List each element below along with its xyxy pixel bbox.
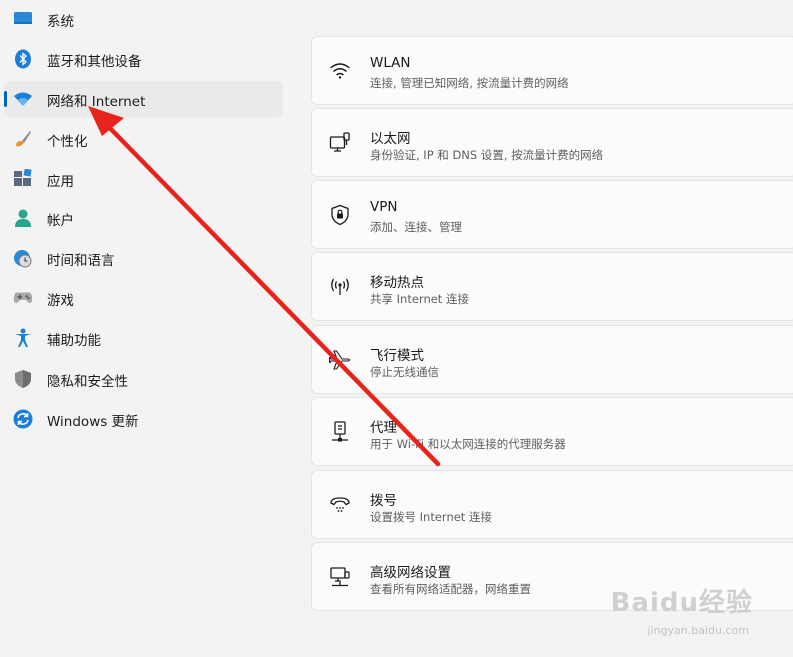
card-subtitle: 身份验证, IP 和 DNS 设置, 按流量计费的网络: [370, 148, 604, 162]
card-subtitle: 设置拨号 Internet 连接: [370, 510, 492, 524]
system-monitor-icon: [13, 9, 33, 29]
clock-globe-icon: [13, 248, 33, 268]
bluetooth-icon: [13, 49, 33, 69]
sidebar-item-label: 应用: [47, 174, 74, 190]
sidebar-item-label: 时间和语言: [47, 253, 115, 269]
gamepad-icon: [13, 288, 33, 308]
sidebar-item-system[interactable]: 系统: [4, 1, 283, 37]
airplane-icon: [329, 349, 351, 371]
proxy-icon: [329, 421, 351, 443]
dialup-card[interactable]: 拨号 设置拨号 Internet 连接: [311, 470, 793, 539]
sidebar-item-label: 系统: [47, 14, 74, 30]
accessibility-icon: [13, 328, 33, 348]
sidebar-item-bluetooth[interactable]: 蓝牙和其他设备: [4, 41, 283, 77]
sidebar: 系统 蓝牙和其他设备 网络和 Internet 个性化 应用 帐户 时间和语言 …: [0, 0, 290, 657]
sidebar-item-accounts[interactable]: 帐户: [4, 200, 283, 236]
vpn-shield-icon: [329, 204, 351, 226]
mobile-hotspot-card[interactable]: 移动热点 共享 Internet 连接: [311, 252, 793, 321]
dialup-phone-icon: [329, 494, 351, 516]
card-subtitle: 停止无线通信: [370, 365, 439, 379]
paintbrush-icon: [13, 129, 33, 149]
sidebar-item-personalization[interactable]: 个性化: [4, 121, 283, 157]
sidebar-item-label: 隐私和安全性: [47, 374, 128, 390]
card-title: 飞行模式: [370, 348, 424, 364]
card-title: 代理: [370, 420, 397, 436]
sidebar-item-label: 帐户: [47, 213, 74, 229]
card-subtitle: 添加、连接、管理: [370, 220, 462, 234]
card-title: VPN: [370, 199, 398, 215]
shield-icon: [13, 369, 33, 389]
card-subtitle: 连接, 管理已知网络, 按流量计费的网络: [370, 76, 569, 90]
wifi-icon: [329, 60, 351, 82]
sidebar-item-accessibility[interactable]: 辅助功能: [4, 320, 283, 356]
sidebar-item-label: 游戏: [47, 293, 74, 309]
watermark-logo: Baidu经验: [610, 588, 753, 618]
card-subtitle: 用于 Wi-Fi 和以太网连接的代理服务器: [370, 437, 566, 451]
sidebar-item-label: 辅助功能: [47, 333, 101, 349]
sidebar-item-apps[interactable]: 应用: [4, 161, 283, 197]
sidebar-item-network[interactable]: 网络和 Internet: [4, 81, 283, 117]
card-title: 以太网: [370, 131, 411, 147]
proxy-card[interactable]: 代理 用于 Wi-Fi 和以太网连接的代理服务器: [311, 397, 793, 466]
sidebar-item-gaming[interactable]: 游戏: [4, 280, 283, 316]
sidebar-item-windows-update[interactable]: Windows 更新: [4, 401, 283, 437]
card-title: 拨号: [370, 493, 397, 509]
sidebar-item-label: 蓝牙和其他设备: [47, 54, 142, 70]
vpn-card[interactable]: VPN 添加、连接、管理: [311, 180, 793, 249]
network-computer-icon: [329, 566, 351, 588]
wifi-icon: [13, 89, 33, 109]
sidebar-item-label: 网络和 Internet: [47, 94, 146, 110]
watermark-url: jingyan.baidu.com: [647, 624, 749, 637]
airplane-mode-card[interactable]: 飞行模式 停止无线通信: [311, 325, 793, 394]
ethernet-card[interactable]: 以太网 身份验证, IP 和 DNS 设置, 按流量计费的网络: [311, 108, 793, 177]
sidebar-item-label: 个性化: [47, 134, 88, 150]
selection-indicator: [4, 91, 7, 107]
update-icon: [13, 409, 33, 429]
card-title: WLAN: [370, 55, 411, 71]
sidebar-item-privacy[interactable]: 隐私和安全性: [4, 361, 283, 397]
account-icon: [13, 208, 33, 228]
card-title: 高级网络设置: [370, 565, 451, 581]
card-subtitle: 共享 Internet 连接: [370, 292, 469, 306]
hotspot-icon: [329, 276, 351, 298]
card-title: 移动热点: [370, 275, 424, 291]
card-subtitle: 查看所有网络适配器，网络重置: [370, 582, 531, 596]
sidebar-item-label: Windows 更新: [47, 414, 139, 430]
wlan-card[interactable]: WLAN 连接, 管理已知网络, 按流量计费的网络: [311, 36, 793, 105]
sidebar-item-time-language[interactable]: 时间和语言: [4, 240, 283, 276]
ethernet-icon: [329, 132, 351, 154]
apps-icon: [13, 169, 33, 189]
